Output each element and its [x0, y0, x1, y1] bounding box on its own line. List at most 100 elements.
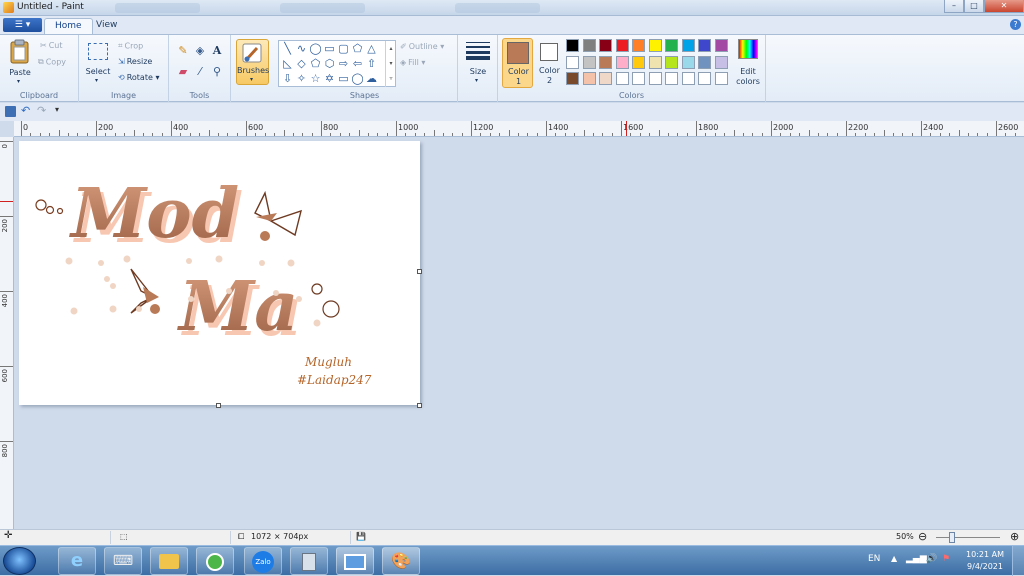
eraser-icon[interactable]: ▰	[175, 64, 191, 80]
taskbar-paint[interactable]: 🎨	[382, 547, 420, 575]
palette-swatch[interactable]	[698, 55, 711, 69]
rotate-button[interactable]: ⟲ Rotate ▾	[118, 73, 159, 82]
redo-icon[interactable]: ↷	[37, 104, 46, 117]
up-arrow-shape-icon[interactable]: ⇧	[365, 57, 378, 70]
palette-swatch[interactable]	[566, 72, 579, 85]
palette-swatch[interactable]	[648, 39, 662, 52]
taskbar-app-4[interactable]	[196, 547, 234, 575]
taskbar-calculator[interactable]	[290, 547, 328, 575]
zoom-slider-track[interactable]	[936, 537, 1000, 538]
palette-swatch[interactable]	[665, 72, 678, 85]
palette-swatch[interactable]	[681, 55, 695, 69]
taskbar-ie[interactable]: e	[58, 547, 96, 575]
rectangle-shape-icon[interactable]: ▭	[323, 42, 336, 55]
palette-swatch[interactable]	[566, 55, 579, 69]
triangle-shape-icon[interactable]: △	[365, 42, 378, 55]
tab-view[interactable]: View	[86, 18, 127, 34]
zoom-in-icon[interactable]: ⊕	[1010, 530, 1019, 543]
undo-icon[interactable]: ↶	[21, 104, 30, 117]
palette-swatch[interactable]	[615, 72, 629, 85]
crop-button[interactable]: ⌗ Crop	[118, 41, 143, 51]
palette-swatch[interactable]	[632, 39, 645, 52]
palette-swatch[interactable]	[698, 72, 711, 85]
palette-swatch[interactable]	[599, 39, 612, 52]
palette-swatch[interactable]	[615, 39, 629, 52]
palette-swatch[interactable]	[681, 39, 695, 52]
shapes-scroll[interactable]: ▴ ▾ ▿	[385, 41, 396, 87]
palette-swatch[interactable]	[582, 72, 596, 85]
language-indicator[interactable]: EN	[868, 554, 880, 564]
zoom-slider-thumb[interactable]	[949, 532, 955, 543]
show-desktop-button[interactable]	[1012, 546, 1024, 576]
palette-swatch[interactable]	[665, 39, 678, 52]
polygon-shape-icon[interactable]: ⬠	[351, 42, 364, 55]
select-button[interactable]: Select ▾	[85, 41, 111, 85]
customize-qat-icon[interactable]: ▾	[55, 105, 59, 114]
file-menu-button[interactable]: ☰ ▾	[3, 18, 42, 32]
curve-shape-icon[interactable]: ∿	[295, 42, 308, 55]
palette-swatch[interactable]	[714, 39, 728, 52]
fill-bucket-icon[interactable]: ◈	[192, 43, 208, 59]
outline-button[interactable]: ✐ Outline ▾	[400, 42, 444, 51]
palette-swatch[interactable]	[615, 55, 629, 69]
resize-handle-right[interactable]	[417, 269, 422, 274]
pencil-icon[interactable]: ✎	[175, 43, 191, 59]
show-hidden-icons-icon[interactable]: ▲	[891, 554, 897, 563]
oval-shape-icon[interactable]: ◯	[309, 42, 322, 55]
paste-button[interactable]: Paste ▾	[7, 39, 33, 85]
taskbar-explorer[interactable]	[150, 547, 188, 575]
right-triangle-shape-icon[interactable]: ◺	[281, 57, 294, 70]
edit-colors-button[interactable]: Edit colors	[734, 39, 762, 87]
palette-swatch[interactable]	[648, 72, 662, 85]
palette-swatch[interactable]	[632, 55, 645, 69]
four-point-star-icon[interactable]: ✧	[295, 72, 308, 85]
notification-icon[interactable]: ⚑	[942, 554, 950, 564]
five-point-star-icon[interactable]: ☆	[309, 72, 322, 85]
palette-swatch[interactable]	[698, 39, 711, 52]
palette-swatch[interactable]	[714, 72, 728, 85]
rounded-rect-shape-icon[interactable]: ▢	[337, 42, 350, 55]
line-shape-icon[interactable]: ╲	[281, 42, 294, 55]
palette-swatch[interactable]	[599, 55, 612, 69]
palette-swatch[interactable]	[566, 39, 579, 52]
palette-swatch[interactable]	[632, 72, 645, 85]
palette-swatch[interactable]	[599, 72, 612, 85]
zoom-out-icon[interactable]: ⊖	[918, 530, 927, 543]
callout-rect-icon[interactable]: ▭	[337, 72, 350, 85]
palette-swatch[interactable]	[648, 55, 662, 69]
close-button[interactable]: ✕	[984, 0, 1024, 13]
diamond-shape-icon[interactable]: ◇	[295, 57, 308, 70]
resize-handle-bottom[interactable]	[216, 403, 221, 408]
system-clock[interactable]: 10:21 AM 9/4/2021	[966, 549, 1004, 573]
fill-button[interactable]: ◈ Fill ▾	[400, 58, 425, 67]
color-picker-icon[interactable]: ⁄	[192, 64, 208, 80]
network-icon[interactable]: ▂▄▆	[906, 554, 927, 564]
palette-swatch[interactable]	[665, 55, 678, 69]
palette-swatch[interactable]	[681, 72, 695, 85]
minimize-button[interactable]: –	[944, 0, 964, 13]
taskbar-app-2[interactable]: ⌨	[104, 547, 142, 575]
right-arrow-shape-icon[interactable]: ⇨	[337, 57, 350, 70]
start-button[interactable]	[3, 547, 36, 575]
six-point-star-icon[interactable]: ✡	[323, 72, 336, 85]
size-button[interactable]: Size ▾	[464, 41, 492, 87]
resize-handle-corner[interactable]	[417, 403, 422, 408]
brushes-button[interactable]: Brushes ▾	[236, 39, 269, 85]
callout-oval-icon[interactable]: ◯	[351, 72, 364, 85]
text-tool-icon[interactable]: A	[209, 43, 225, 59]
taskbar-zalo[interactable]: Zalo	[244, 547, 282, 575]
magnifier-icon[interactable]: ⚲	[209, 64, 225, 80]
down-arrow-shape-icon[interactable]: ⇩	[281, 72, 294, 85]
pentagon-shape-icon[interactable]: ⬠	[309, 57, 322, 70]
volume-icon[interactable]: 🔊	[926, 554, 937, 564]
callout-cloud-icon[interactable]: ☁	[365, 72, 378, 85]
palette-swatch[interactable]	[714, 55, 728, 69]
help-icon[interactable]: ?	[1010, 19, 1021, 30]
copy-button[interactable]: ⧉ Copy	[38, 57, 66, 67]
palette-swatch[interactable]	[582, 55, 596, 69]
color2-button[interactable]: Color 2	[536, 38, 563, 88]
left-arrow-shape-icon[interactable]: ⇦	[351, 57, 364, 70]
palette-swatch[interactable]	[582, 39, 596, 52]
color1-button[interactable]: Color 1	[502, 38, 533, 88]
maximize-button[interactable]: □	[964, 0, 984, 13]
